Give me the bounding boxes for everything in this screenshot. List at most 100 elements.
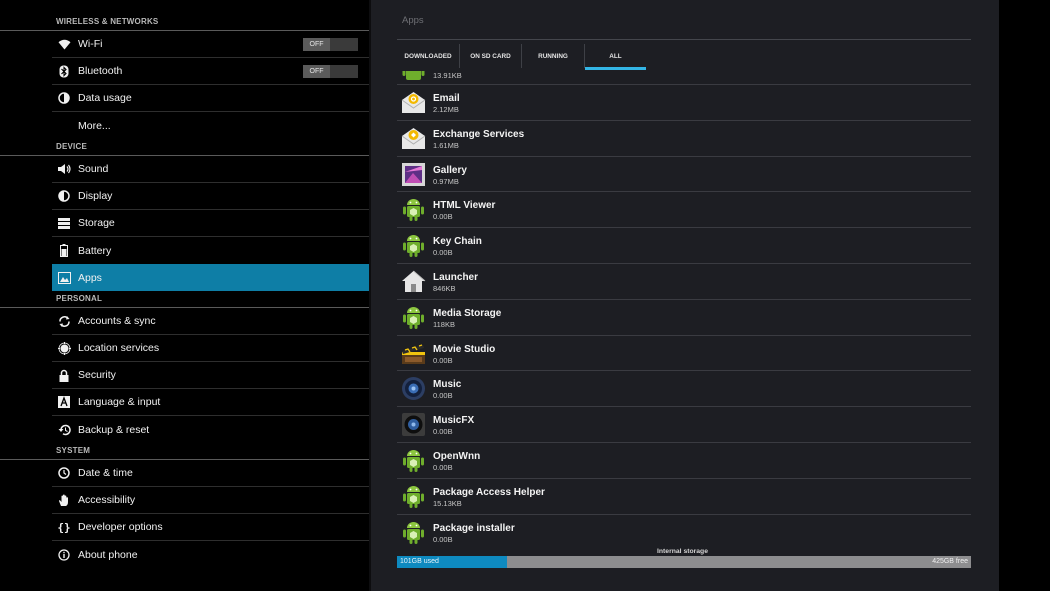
clock-icon <box>57 466 71 480</box>
language-icon <box>57 395 71 409</box>
tab-downloaded[interactable]: DOWNLOADED <box>397 44 460 68</box>
list-item[interactable]: Media Storage 118KB <box>397 300 971 336</box>
settings-item-label: Battery <box>78 244 112 257</box>
settings-item-label: About phone <box>78 548 138 561</box>
app-name: Email <box>433 93 460 104</box>
settings-item-language[interactable]: Language & input <box>52 389 369 416</box>
android-icon <box>403 306 424 329</box>
wifi-toggle-state: OFF <box>303 38 330 51</box>
settings-item-about[interactable]: About phone <box>52 541 369 568</box>
settings-item-label: Location services <box>78 342 160 354</box>
list-item[interactable]: Key Chain 0.00B <box>397 228 971 264</box>
active-tab-indicator <box>585 67 646 70</box>
app-name: Movie Studio <box>433 343 496 355</box>
app-name: Package installer <box>433 522 515 534</box>
music-icon <box>402 377 425 401</box>
settings-item-bluetooth[interactable]: Bluetooth OFF <box>52 58 369 85</box>
location-icon <box>57 341 71 355</box>
musicfx-icon <box>402 413 425 437</box>
list-item[interactable]: 13.91KB <box>397 71 971 85</box>
settings-item-accessibility[interactable]: Accessibility <box>52 487 369 514</box>
tab-all[interactable]: ALL <box>585 44 646 68</box>
speaker-icon <box>57 162 71 176</box>
list-item[interactable]: MusicFX 0.00B <box>397 407 971 443</box>
settings-list-inner: WIRELESS & NETWORKS Wi-Fi OFF Bluetooth … <box>0 14 369 568</box>
gallery-icon <box>402 162 425 186</box>
list-item[interactable]: OpenWnn 0.00B <box>397 443 971 479</box>
panel-title: Apps <box>402 15 424 26</box>
backup-icon <box>57 423 71 437</box>
list-item[interactable]: Package installer 0.00B <box>397 515 971 544</box>
settings-item-label: Developer options <box>78 521 163 533</box>
settings-item-sound[interactable]: Sound <box>52 156 369 183</box>
tab-running[interactable]: RUNNING <box>522 44 585 68</box>
settings-item-label: Display <box>78 190 113 202</box>
list-item[interactable]: Launcher 846KB <box>397 264 971 300</box>
settings-item-accounts[interactable]: Accounts & sync <box>52 308 369 335</box>
settings-item-label: Accounts & sync <box>78 315 156 327</box>
app-name: Key Chain <box>433 236 482 248</box>
settings-item-more[interactable]: More... <box>52 112 369 139</box>
bluetooth-toggle[interactable]: OFF <box>303 65 358 78</box>
settings-item-backup[interactable]: Backup & reset <box>52 416 369 443</box>
app-size: 0.00B <box>433 355 453 365</box>
app-size: 1.61MB <box>433 140 459 150</box>
settings-item-developer[interactable]: {} Developer options <box>52 514 369 541</box>
app-name: MusicFX <box>433 415 475 427</box>
android-icon <box>402 71 425 80</box>
app-size: 118KB <box>433 319 455 329</box>
sync-icon <box>57 314 71 328</box>
email-icon <box>401 92 426 113</box>
wifi-toggle[interactable]: OFF <box>303 38 358 51</box>
list-item[interactable]: Exchange Services 1.61MB <box>397 121 971 157</box>
app-size: 0.00B <box>433 212 453 222</box>
tab-on-sd-card[interactable]: ON SD CARD <box>460 44 522 68</box>
app-size: 0.00B <box>433 391 453 401</box>
app-size: 0.00B <box>433 534 453 544</box>
battery-icon <box>57 244 71 258</box>
settings-item-display[interactable]: Display <box>52 183 369 210</box>
settings-item-label: Backup & reset <box>78 423 150 436</box>
exchange-icon <box>401 127 426 149</box>
hand-icon <box>57 493 71 507</box>
movie-studio-icon <box>402 343 425 364</box>
settings-item-storage[interactable]: Storage <box>52 210 369 237</box>
settings-item-security[interactable]: Security <box>52 362 369 389</box>
storage-bar: 101GB used 425GB free <box>397 556 971 568</box>
app-name: OpenWnn <box>433 450 481 462</box>
app-size: 0.97MB <box>433 176 459 186</box>
storage-label: Internal storage <box>657 548 708 555</box>
settings-item-label: Bluetooth <box>78 65 123 77</box>
list-item[interactable]: Email 2.12MB <box>397 85 971 121</box>
app-name: Media Storage <box>433 307 502 319</box>
settings-item-datetime[interactable]: Date & time <box>52 460 369 487</box>
list-item[interactable]: HTML Viewer 0.00B <box>397 192 971 229</box>
app-size: 15.13KB <box>433 498 462 508</box>
info-icon <box>57 548 71 562</box>
settings-list: WIRELESS & NETWORKS Wi-Fi OFF Bluetooth … <box>0 0 369 591</box>
bluetooth-toggle-state: OFF <box>303 65 330 78</box>
settings-item-wifi[interactable]: Wi-Fi OFF <box>52 31 369 58</box>
list-item[interactable]: Movie Studio 0.00B <box>397 336 971 372</box>
settings-item-battery[interactable]: Battery <box>52 237 369 264</box>
list-item[interactable]: Package Access Helper 15.13KB <box>397 479 971 515</box>
apps-icon <box>57 271 71 285</box>
settings-item-location[interactable]: Location services <box>52 335 369 362</box>
android-icon <box>403 449 424 472</box>
settings-item-label: More... <box>78 119 111 132</box>
section-header-system: SYSTEM <box>0 443 369 460</box>
launcher-icon <box>402 270 426 292</box>
settings-item-label: Sound <box>78 163 109 175</box>
section-header-personal: PERSONAL <box>0 291 369 308</box>
settings-item-label: Security <box>78 369 116 381</box>
app-name: Exchange Services <box>433 128 525 140</box>
settings-item-data-usage[interactable]: Data usage <box>52 85 369 112</box>
list-item[interactable]: Music 0.00B <box>397 371 971 408</box>
android-icon <box>403 485 424 508</box>
list-item[interactable]: Gallery 0.97MB <box>397 157 971 193</box>
app-list[interactable]: 13.91KB Email 2.12MB Exchange Services 1… <box>397 71 971 544</box>
app-size: 13.91KB <box>433 71 462 80</box>
settings-item-label: Apps <box>78 271 102 284</box>
storage-icon <box>57 216 71 230</box>
settings-item-apps[interactable]: Apps <box>52 264 369 291</box>
